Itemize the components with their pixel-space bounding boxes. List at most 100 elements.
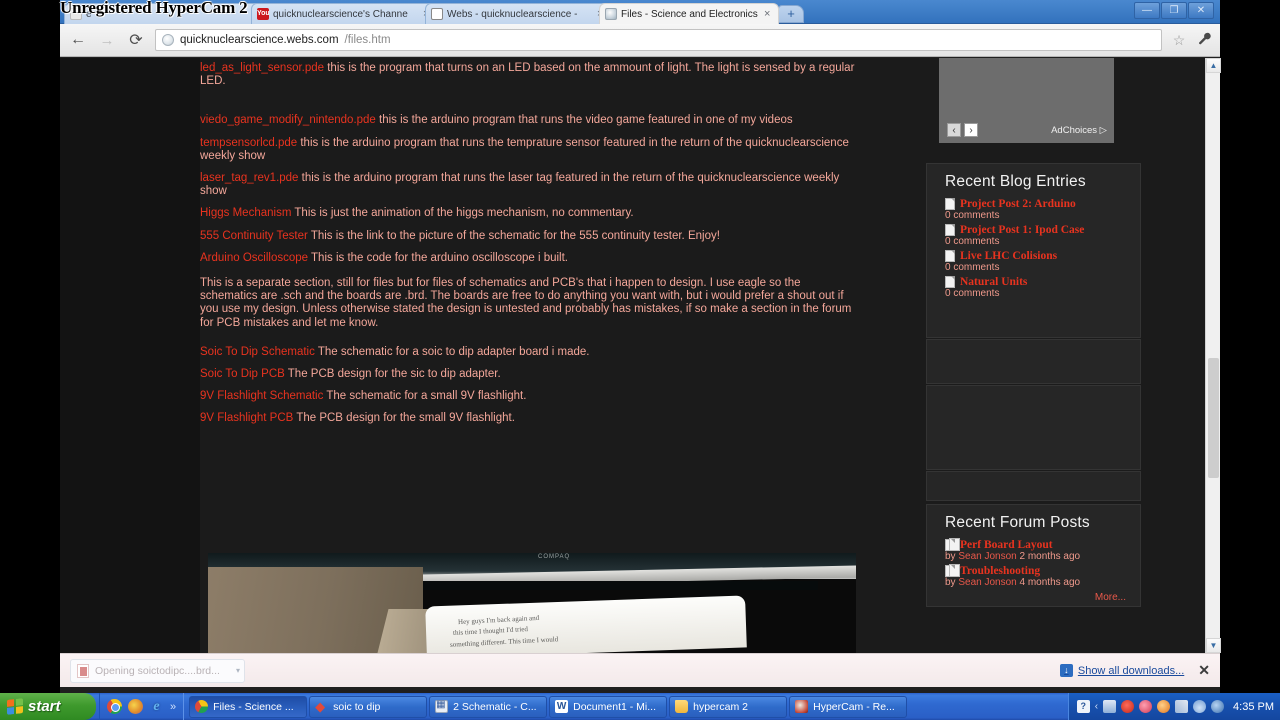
scrollbar-thumb[interactable] [1208, 358, 1219, 478]
blog-entry-title[interactable]: Project Post 1: Ipod Case [960, 224, 1084, 236]
tab-close-icon[interactable]: × [764, 8, 773, 19]
browser-window: e × You quicknuclearscience's Channe × W… [60, 0, 1221, 693]
forum-entry[interactable]: Troubleshooting by Sean Jonson 4 months … [927, 564, 1140, 591]
forum-when: 2 months ago [1016, 551, 1081, 562]
wrench-menu-icon[interactable] [1196, 32, 1212, 48]
start-button[interactable]: start [0, 693, 96, 720]
download-item-menu-icon[interactable]: ▾ [236, 666, 240, 675]
forward-icon[interactable]: → [97, 32, 117, 49]
updates-tray-icon[interactable] [1157, 700, 1171, 713]
blog-entry-title[interactable]: Natural Units [960, 276, 1027, 288]
scroll-down-icon[interactable]: ▼ [1206, 638, 1221, 653]
reload-icon[interactable]: ⟳ [126, 30, 146, 50]
quicklaunch-chevron-icon[interactable]: » [170, 701, 176, 713]
paint-quicklaunch-icon[interactable] [128, 699, 143, 714]
taskbar-item-label: Document1 - Mi... [573, 700, 656, 713]
taskbar-item[interactable]: hypercam 2 [669, 695, 788, 718]
download-file-icon [77, 663, 89, 678]
back-icon[interactable]: ← [68, 31, 88, 49]
browser-tab-2[interactable]: You quicknuclearscience's Channe × [251, 3, 438, 24]
scroll-up-icon[interactable]: ▲ [1206, 58, 1221, 73]
recent-blog-entries-widget: Recent Blog Entries Project Post 2: Ardu… [926, 163, 1141, 338]
forum-entry-meta: by Sean Jonson 2 months ago [945, 551, 1140, 562]
close-shelf-icon[interactable]: ✕ [1198, 662, 1210, 679]
forum-when: 4 months ago [1016, 577, 1081, 588]
forum-entry[interactable]: Perf Board Layout by Sean Jonson 2 month… [927, 538, 1140, 565]
show-all-downloads-link[interactable]: ↓ Show all downloads... [1059, 664, 1184, 677]
blog-entry-title[interactable]: Live LHC Colisions [960, 250, 1057, 262]
file-link[interactable]: 9V Flashlight Schematic [200, 390, 323, 402]
security-shield-tray-icon[interactable] [1121, 700, 1135, 713]
wifi-tray-icon[interactable] [1193, 700, 1207, 713]
globe-favicon-icon [605, 8, 617, 20]
bluetooth-tray-icon[interactable] [1211, 700, 1225, 713]
maximize-button[interactable]: ❐ [1161, 2, 1187, 19]
download-item[interactable]: Opening soictodipc....brd... ▾ [70, 658, 245, 683]
close-button[interactable]: ✕ [1188, 2, 1214, 19]
forum-entry-title[interactable]: Perf Board Layout [960, 539, 1053, 551]
page-info-icon[interactable] [162, 34, 174, 46]
minimize-button[interactable]: — [1134, 2, 1160, 19]
file-entry: tempsensorlcd.pde this is the arduino pr… [200, 137, 858, 163]
file-link[interactable]: laser_tag_rev1.pde [200, 172, 298, 184]
file-link[interactable]: viedo_game_modify_nintendo.pde [200, 114, 376, 126]
network-tray-icon[interactable] [1103, 700, 1117, 713]
taskbar-item[interactable]: W Document1 - Mi... [549, 695, 668, 718]
document-icon [945, 224, 955, 236]
address-bar[interactable]: quicknuclearscience.webs.com /files.htm [155, 29, 1162, 51]
file-link[interactable]: 555 Continuity Tester [200, 230, 308, 242]
blog-widget-title: Recent Blog Entries [945, 173, 1086, 190]
window-controls: — ❐ ✕ [1134, 2, 1214, 19]
blog-entry-title[interactable]: Project Post 2: Arduino [960, 198, 1076, 210]
file-link[interactable]: Arduino Oscilloscope [200, 252, 308, 264]
forum-author[interactable]: Sean Jonson [958, 551, 1016, 562]
file-link[interactable]: 9V Flashlight PCB [200, 412, 293, 424]
forum-author[interactable]: Sean Jonson [958, 577, 1016, 588]
quick-launch-bar: e » [99, 693, 185, 720]
pen-tray-icon[interactable] [1175, 700, 1189, 713]
taskbar-item[interactable]: HyperCam - Re... [789, 695, 908, 718]
windows-taskbar: start e » Files - Science ... ◆ soic to … [0, 693, 1280, 720]
file-link[interactable]: Higgs Mechanism [200, 207, 291, 219]
file-link[interactable]: Soic To Dip PCB [200, 368, 285, 380]
sidebar-empty-widget-3 [926, 471, 1141, 501]
ad-next-button[interactable]: › [964, 123, 978, 137]
new-tab-button[interactable]: + [778, 5, 804, 23]
forum-entry-title[interactable]: Troubleshooting [960, 565, 1040, 577]
ie-quicklaunch-icon[interactable]: e [149, 699, 164, 714]
health-tray-icon[interactable] [1139, 700, 1153, 713]
download-shelf: Opening soictodipc....brd... ▾ ↓ Show al… [60, 653, 1220, 687]
document-icon [945, 198, 955, 210]
recent-forum-posts-widget: Recent Forum Posts Perf Board Layout by … [926, 504, 1141, 607]
taskbar-item[interactable]: 2 Schematic - C... [429, 695, 548, 718]
forum-more-link[interactable]: More... [927, 591, 1140, 603]
file-entry: Arduino Oscilloscope This is the code fo… [200, 252, 858, 265]
blog-entry[interactable]: Project Post 1: Ipod Case 0 comments [927, 224, 1140, 250]
browser-tab-3[interactable]: W Webs - quicknuclearscience - × [425, 3, 612, 24]
tray-expand-chevron-icon[interactable]: ‹ [1095, 701, 1098, 712]
clock[interactable]: 4:35 PM [1229, 701, 1274, 713]
file-link[interactable]: led_as_light_sensor.pde [200, 62, 324, 74]
forum-widget-title: Recent Forum Posts [945, 514, 1090, 531]
sidebar-empty-widget-2 [926, 385, 1141, 470]
advertisement[interactable]: shipping guaranteed! Expedites a Special… [939, 58, 1114, 143]
bookmark-star-icon[interactable]: ☆ [1171, 32, 1187, 49]
blog-entry[interactable]: Project Post 2: Arduino 0 comments [927, 198, 1140, 224]
blog-entry[interactable]: Natural Units 0 comments [927, 276, 1140, 302]
file-link[interactable]: Soic To Dip Schematic [200, 346, 315, 358]
page-scrollbar[interactable]: ▲ ▼ [1205, 58, 1221, 653]
download-item-name: Opening soictodipc....brd... [95, 664, 220, 677]
taskbar-item-label: hypercam 2 [693, 700, 748, 713]
help-tray-icon[interactable]: ? [1076, 700, 1090, 713]
forum-by-label: by [945, 551, 959, 562]
chrome-quicklaunch-icon[interactable] [107, 699, 122, 714]
file-link[interactable]: tempsensorlcd.pde [200, 137, 297, 149]
blog-entry[interactable]: Live LHC Colisions 0 comments [927, 250, 1140, 276]
browser-tab-4-active[interactable]: Files - Science and Electronics × [599, 3, 779, 24]
ad-prev-button[interactable]: ‹ [947, 123, 961, 137]
forum-by-label: by [945, 577, 959, 588]
taskbar-item[interactable]: Files - Science ... [189, 695, 308, 718]
taskbar-item[interactable]: ◆ soic to dip [309, 695, 428, 718]
adchoices-label[interactable]: AdChoices ▷ [1051, 125, 1107, 136]
document-icon [945, 250, 955, 262]
